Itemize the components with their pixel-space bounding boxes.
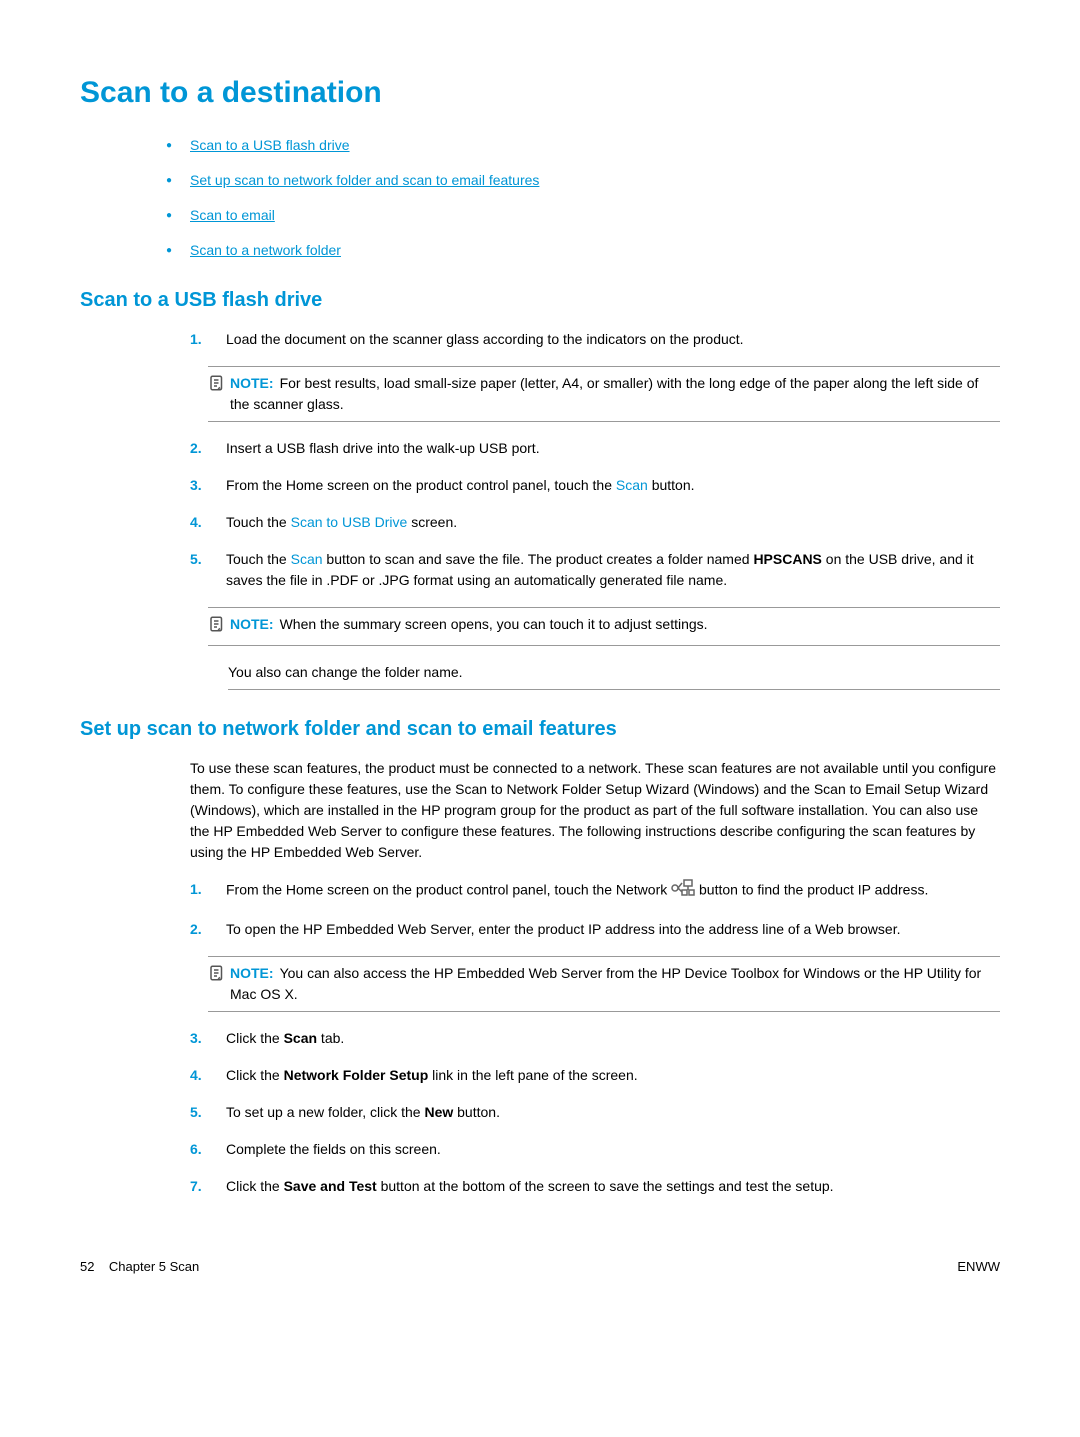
note-label: NOTE: (230, 616, 274, 632)
note-icon (208, 373, 230, 398)
scan-button-ref: Scan (616, 477, 648, 493)
note-box: NOTE:For best results, load small-size p… (208, 366, 1000, 422)
chapter-label: Chapter 5 Scan (109, 1259, 199, 1274)
note-text: When the summary screen opens, you can t… (280, 616, 708, 632)
intro-paragraph: To use these scan features, the product … (190, 758, 1000, 863)
new-button-ref: New (424, 1104, 453, 1120)
note-text: For best results, load small-size paper … (230, 375, 978, 412)
step-text: To open the HP Embedded Web Server, ente… (226, 919, 1000, 940)
page-number: 52 (80, 1259, 94, 1274)
scan-usb-drive-ref: Scan to USB Drive (291, 514, 408, 530)
save-test-button-ref: Save and Test (284, 1178, 377, 1194)
footer-right: ENWW (957, 1257, 1000, 1277)
network-icon (671, 879, 695, 903)
step-text: From the Home screen on the product cont… (226, 475, 1000, 496)
extra-text: You also can change the folder name. (228, 662, 1000, 690)
step-number: 2. (190, 438, 226, 459)
step-text: Insert a USB flash drive into the walk-u… (226, 438, 1000, 459)
step-number: 3. (190, 1028, 226, 1049)
step-number: 1. (190, 329, 226, 350)
step-text: Touch the Scan to USB Drive screen. (226, 512, 1000, 533)
step-text: From the Home screen on the product cont… (226, 879, 1000, 903)
step-number: 2. (190, 919, 226, 940)
section-heading-setup: Set up scan to network folder and scan t… (80, 714, 1000, 744)
step-text: To set up a new folder, click the New bu… (226, 1102, 1000, 1123)
toc-link-usb[interactable]: Scan to a USB flash drive (190, 137, 350, 153)
note-box: NOTE:You can also access the HP Embedded… (208, 956, 1000, 1012)
note-icon (208, 614, 230, 639)
page-title: Scan to a destination (80, 70, 1000, 115)
step-number: 5. (190, 1102, 226, 1123)
scan-tab-ref: Scan (284, 1030, 317, 1046)
step-number: 4. (190, 512, 226, 533)
step-number: 4. (190, 1065, 226, 1086)
note-box: NOTE: When the summary screen opens, you … (208, 607, 1000, 646)
toc-link-network[interactable]: Scan to a network folder (190, 242, 341, 258)
hpscans-folder: HPSCANS (753, 551, 821, 567)
step-text: Click the Scan tab. (226, 1028, 1000, 1049)
scan-button-ref: Scan (291, 551, 323, 567)
note-text: You can also access the HP Embedded Web … (230, 965, 981, 1002)
note-label: NOTE: (230, 375, 274, 391)
step-number: 6. (190, 1139, 226, 1160)
step-number: 1. (190, 879, 226, 900)
step-number: 5. (190, 549, 226, 570)
step-number: 7. (190, 1176, 226, 1197)
network-folder-setup-ref: Network Folder Setup (284, 1067, 429, 1083)
step-text: Complete the fields on this screen. (226, 1139, 1000, 1160)
step-number: 3. (190, 475, 226, 496)
note-icon (208, 963, 230, 988)
toc-link-setup[interactable]: Set up scan to network folder and scan t… (190, 172, 539, 188)
step-text: Touch the Scan button to scan and save t… (226, 549, 1000, 591)
toc-link-email[interactable]: Scan to email (190, 207, 275, 223)
table-of-contents: Scan to a USB flash drive Set up scan to… (80, 135, 1000, 261)
step-text: Click the Save and Test button at the bo… (226, 1176, 1000, 1197)
step-text: Load the document on the scanner glass a… (226, 329, 1000, 350)
section-heading-usb: Scan to a USB flash drive (80, 285, 1000, 315)
page-footer: 52 Chapter 5 Scan ENWW (80, 1257, 1000, 1277)
note-label: NOTE: (230, 965, 274, 981)
step-text: Click the Network Folder Setup link in t… (226, 1065, 1000, 1086)
